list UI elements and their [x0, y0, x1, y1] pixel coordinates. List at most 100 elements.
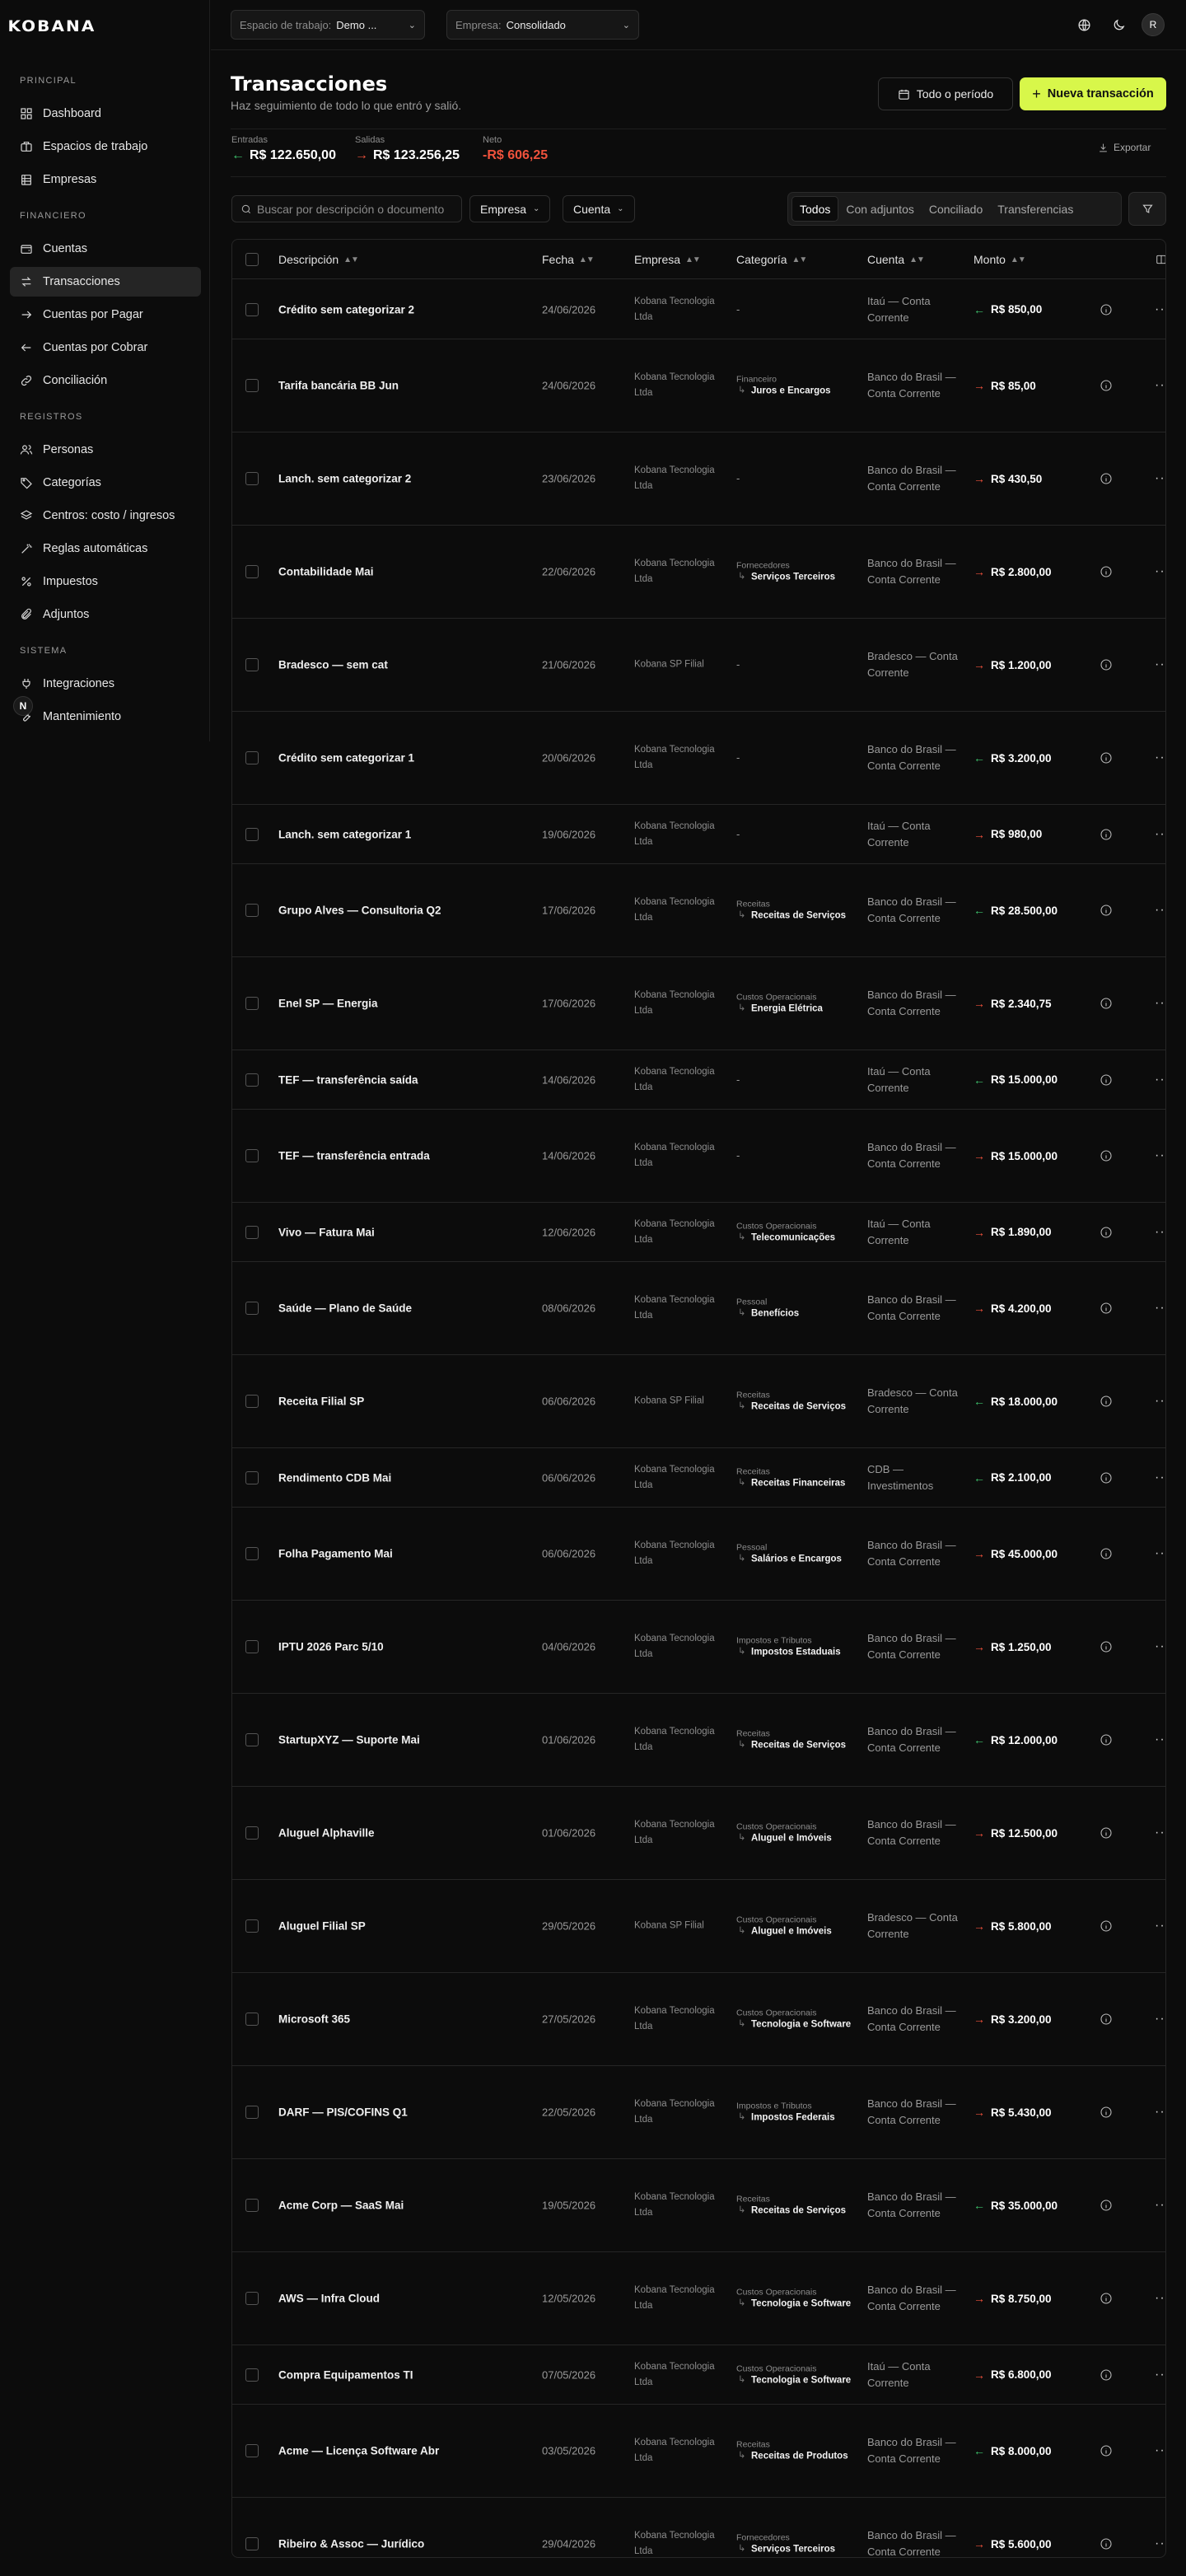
- table-row[interactable]: Folha Pagamento Mai 06/06/2026 Kobana Tecn…: [232, 1508, 1165, 1601]
- row-checkbox[interactable]: [245, 904, 259, 917]
- more-options-icon[interactable]: ···: [1155, 2106, 1165, 2119]
- row-checkbox[interactable]: [245, 1149, 259, 1162]
- info-icon[interactable]: [1100, 1149, 1113, 1162]
- row-checkbox[interactable]: [245, 827, 259, 841]
- more-options-icon[interactable]: ···: [1155, 2444, 1165, 2457]
- more-options-icon[interactable]: ···: [1155, 565, 1165, 578]
- row-checkbox[interactable]: [245, 2106, 259, 2119]
- company-filter[interactable]: Empresa ⌄: [469, 195, 551, 222]
- table-row[interactable]: IPTU 2026 Parc 5/10 04/06/2026 Kobana Tecn…: [232, 1601, 1165, 1694]
- table-row[interactable]: Rendimento CDB Mai 06/06/2026 Kobana Tecno…: [232, 1448, 1165, 1508]
- table-row[interactable]: Crédito sem categorizar 1 20/06/2026 Koban…: [232, 712, 1165, 805]
- table-row[interactable]: AWS — Infra Cloud 12/05/2026 Kobana Tecnol…: [232, 2252, 1165, 2345]
- sidebar-item-transactions[interactable]: Transacciones: [10, 267, 201, 297]
- table-row[interactable]: Compra Equipamentos TI 07/05/2026 Kobana T…: [232, 2345, 1165, 2405]
- new-transaction-button[interactable]: + Nueva transacción: [1020, 77, 1166, 110]
- info-icon[interactable]: [1100, 1640, 1113, 1653]
- sidebar-item-paperclip[interactable]: Adjuntos: [10, 600, 201, 629]
- row-checkbox[interactable]: [245, 997, 259, 1010]
- info-icon[interactable]: [1100, 1395, 1113, 1408]
- info-icon[interactable]: [1100, 1826, 1113, 1840]
- table-row[interactable]: Microsoft 365 27/05/2026 Kobana Tecnologia…: [232, 1973, 1165, 2066]
- more-options-icon[interactable]: ···: [1155, 1640, 1165, 1653]
- row-checkbox[interactable]: [245, 2444, 259, 2457]
- table-row[interactable]: Tarifa bancária BB Jun 24/06/2026 Kobana T…: [232, 339, 1165, 432]
- info-icon[interactable]: [1100, 2368, 1113, 2382]
- table-row[interactable]: Acme Corp — SaaS Mai 19/05/2026 Kobana Tec…: [232, 2159, 1165, 2252]
- info-icon[interactable]: [1100, 2013, 1113, 2026]
- table-row[interactable]: Vivo — Fatura Mai 12/06/2026 Kobana Tecnol…: [232, 1203, 1165, 1262]
- more-options-icon[interactable]: ···: [1155, 751, 1165, 764]
- more-options-icon[interactable]: ···: [1155, 1826, 1165, 1840]
- more-options-icon[interactable]: ···: [1155, 1470, 1165, 1484]
- more-options-icon[interactable]: ···: [1155, 2013, 1165, 2026]
- more-options-icon[interactable]: ···: [1155, 1073, 1165, 1086]
- info-icon[interactable]: [1100, 1919, 1113, 1933]
- sidebar-item-workspaces[interactable]: Espacios de trabajo: [10, 132, 201, 161]
- table-row[interactable]: Contabilidade Mai 22/06/2026 Kobana Tecnol…: [232, 526, 1165, 619]
- row-checkbox[interactable]: [245, 1470, 259, 1484]
- info-icon[interactable]: [1100, 1733, 1113, 1746]
- col-empresa[interactable]: Empresa ▲▼: [634, 253, 701, 266]
- sidebar-item-wrench[interactable]: Mantenimiento: [10, 702, 201, 732]
- row-checkbox[interactable]: [245, 379, 259, 392]
- more-options-icon[interactable]: ···: [1155, 827, 1165, 840]
- tab-todos[interactable]: Todos: [791, 196, 839, 222]
- table-row[interactable]: Aluguel Alphaville 01/06/2026 Kobana Tecno…: [232, 1787, 1165, 1880]
- row-checkbox[interactable]: [245, 1733, 259, 1746]
- help-fab[interactable]: N: [13, 696, 33, 716]
- row-checkbox[interactable]: [245, 1640, 259, 1653]
- sidebar-item-tag[interactable]: Categorías: [10, 468, 201, 498]
- info-icon[interactable]: [1100, 472, 1113, 485]
- info-icon[interactable]: [1100, 904, 1113, 917]
- table-row[interactable]: StartupXYZ — Suporte Mai 01/06/2026 Kobana…: [232, 1694, 1165, 1787]
- info-icon[interactable]: [1100, 658, 1113, 671]
- info-icon[interactable]: [1100, 379, 1113, 392]
- table-row[interactable]: Receita Filial SP 06/06/2026 Kobana SP Fil…: [232, 1355, 1165, 1448]
- more-options-icon[interactable]: ···: [1155, 1302, 1165, 1315]
- info-icon[interactable]: [1100, 997, 1113, 1010]
- sidebar-item-layers[interactable]: Centros: costo / ingresos: [10, 501, 201, 531]
- sidebar-item-percent[interactable]: Impuestos: [10, 567, 201, 596]
- more-options-icon[interactable]: ···: [1155, 302, 1165, 316]
- sidebar-item-dashboard[interactable]: Dashboard: [10, 99, 201, 129]
- col-descripcion[interactable]: Descripción ▲▼: [278, 253, 359, 266]
- row-checkbox[interactable]: [245, 2013, 259, 2026]
- info-icon[interactable]: [1100, 1226, 1113, 1239]
- table-row[interactable]: Lanch. sem categorizar 2 23/06/2026 Kobana…: [232, 432, 1165, 526]
- more-options-icon[interactable]: ···: [1155, 997, 1165, 1010]
- info-icon[interactable]: [1100, 2292, 1113, 2305]
- account-filter[interactable]: Cuenta ⌄: [563, 195, 635, 222]
- row-checkbox[interactable]: [245, 2199, 259, 2212]
- table-row[interactable]: Saúde — Plano de Saúde 08/06/2026 Kobana T…: [232, 1262, 1165, 1355]
- row-checkbox[interactable]: [245, 1547, 259, 1560]
- info-icon[interactable]: [1100, 1073, 1113, 1087]
- row-checkbox[interactable]: [245, 2368, 259, 2382]
- info-icon[interactable]: [1100, 303, 1113, 316]
- more-options-icon[interactable]: ···: [1155, 2292, 1165, 2305]
- info-icon[interactable]: [1100, 2537, 1113, 2550]
- row-checkbox[interactable]: [245, 1225, 259, 1239]
- more-options-icon[interactable]: ···: [1155, 658, 1165, 671]
- table-row[interactable]: TEF — transferência saída 14/06/2026 Koban…: [232, 1050, 1165, 1110]
- table-row[interactable]: TEF — transferência entrada 14/06/2026 Kob…: [232, 1110, 1165, 1203]
- table-row[interactable]: Enel SP — Energia 17/06/2026 Kobana Tecnol…: [232, 957, 1165, 1050]
- filter-button[interactable]: [1128, 192, 1166, 226]
- row-checkbox[interactable]: [245, 658, 259, 671]
- info-icon[interactable]: [1100, 828, 1113, 841]
- more-options-icon[interactable]: ···: [1155, 1395, 1165, 1408]
- sidebar-item-arrow-right[interactable]: Cuentas por Pagar: [10, 300, 201, 330]
- info-icon[interactable]: [1100, 751, 1113, 764]
- company-select[interactable]: Empresa: Consolidado ⌄: [446, 10, 639, 40]
- columns-toggle-icon[interactable]: [1156, 254, 1165, 265]
- row-checkbox[interactable]: [245, 2537, 259, 2550]
- tab-con-adjuntos[interactable]: Con adjuntos: [838, 196, 922, 222]
- table-row[interactable]: Grupo Alves — Consultoria Q2 17/06/2026 Ko…: [232, 864, 1165, 957]
- tab-transferencias[interactable]: Transferencias: [990, 196, 1081, 222]
- row-checkbox[interactable]: [245, 2292, 259, 2305]
- row-checkbox[interactable]: [245, 1302, 259, 1315]
- row-checkbox[interactable]: [245, 751, 259, 764]
- info-icon[interactable]: [1100, 2106, 1113, 2119]
- col-fecha[interactable]: Fecha ▲▼: [542, 253, 595, 266]
- sidebar-item-link[interactable]: Conciliación: [10, 366, 201, 395]
